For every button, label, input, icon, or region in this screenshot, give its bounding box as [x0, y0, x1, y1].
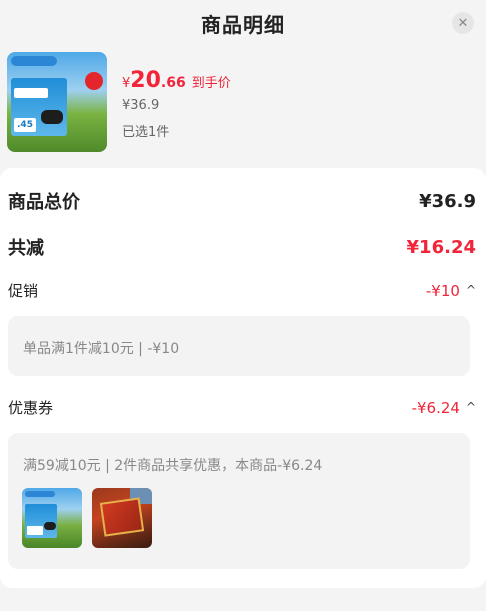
- coupon-row[interactable]: 优惠券 -¥6.24 ^: [8, 397, 476, 418]
- promo-value: -¥10: [425, 281, 460, 300]
- total-price-label: 商品总价: [8, 192, 80, 213]
- brand-badge: [11, 56, 57, 66]
- selected-count: 已选1件: [122, 125, 170, 140]
- coupon-value: -¥6.24: [411, 398, 460, 417]
- coupon-detail-text: 满59减10元 | 2件商品共享优惠，本商品-¥6.24: [23, 458, 323, 474]
- promo-row[interactable]: 促销 -¥10 ^: [8, 280, 476, 301]
- coupon-value-toggle[interactable]: -¥6.24 ^: [412, 399, 476, 417]
- header: 商品明细 ✕: [0, 0, 486, 46]
- milk-carton: .45: [11, 78, 67, 136]
- coupon-detail-box: 满59减10元 | 2件商品共享优惠，本商品-¥6.24: [8, 433, 470, 569]
- page-title: 商品明细: [201, 12, 285, 37]
- chevron-up-icon[interactable]: ^: [466, 283, 476, 297]
- promo-detail-box: 单品满1件减10元 | -¥10: [8, 316, 470, 376]
- cow-graphic: [41, 110, 63, 124]
- total-reduce-value: ¥16.24: [406, 236, 476, 258]
- promo-label: 促销: [8, 282, 39, 300]
- promo-value-toggle[interactable]: -¥10 ^: [426, 282, 476, 300]
- currency-symbol: ¥: [122, 76, 131, 91]
- product-summary: .45 ¥ 20 .66 到手价 ¥36.9 已选1件: [7, 50, 477, 154]
- product-thumbnail: .45: [7, 52, 107, 152]
- coupon-label: 优惠券: [8, 399, 54, 417]
- promo-detail-text: 单品满1件减10元 | -¥10: [23, 341, 180, 357]
- carton-price-badge: .45: [14, 118, 36, 132]
- total-price-row: 商品总价 ¥36.9: [8, 188, 476, 214]
- promo-sticker: [85, 72, 103, 90]
- final-price: ¥ 20 .66 到手价: [122, 68, 231, 93]
- total-reduce-row: 共减 ¥16.24: [8, 234, 476, 260]
- coupon-item-giftbox-thumbnail[interactable]: [92, 488, 152, 548]
- original-price: ¥36.9: [122, 98, 160, 113]
- price-tag: 到手价: [191, 76, 231, 91]
- total-reduce-label: 共减: [8, 238, 44, 259]
- close-icon[interactable]: ✕: [452, 12, 474, 34]
- total-price-value: ¥36.9: [419, 190, 476, 212]
- chevron-up-icon[interactable]: ^: [466, 400, 476, 414]
- price-integer: 20: [130, 68, 161, 93]
- price-detail-card: 商品总价 ¥36.9 共减 ¥16.24 促销 -¥10 ^ 单品满1件减10元…: [0, 168, 486, 588]
- price-decimal: .66: [160, 75, 186, 91]
- coupon-item-milk-thumbnail[interactable]: [22, 488, 82, 548]
